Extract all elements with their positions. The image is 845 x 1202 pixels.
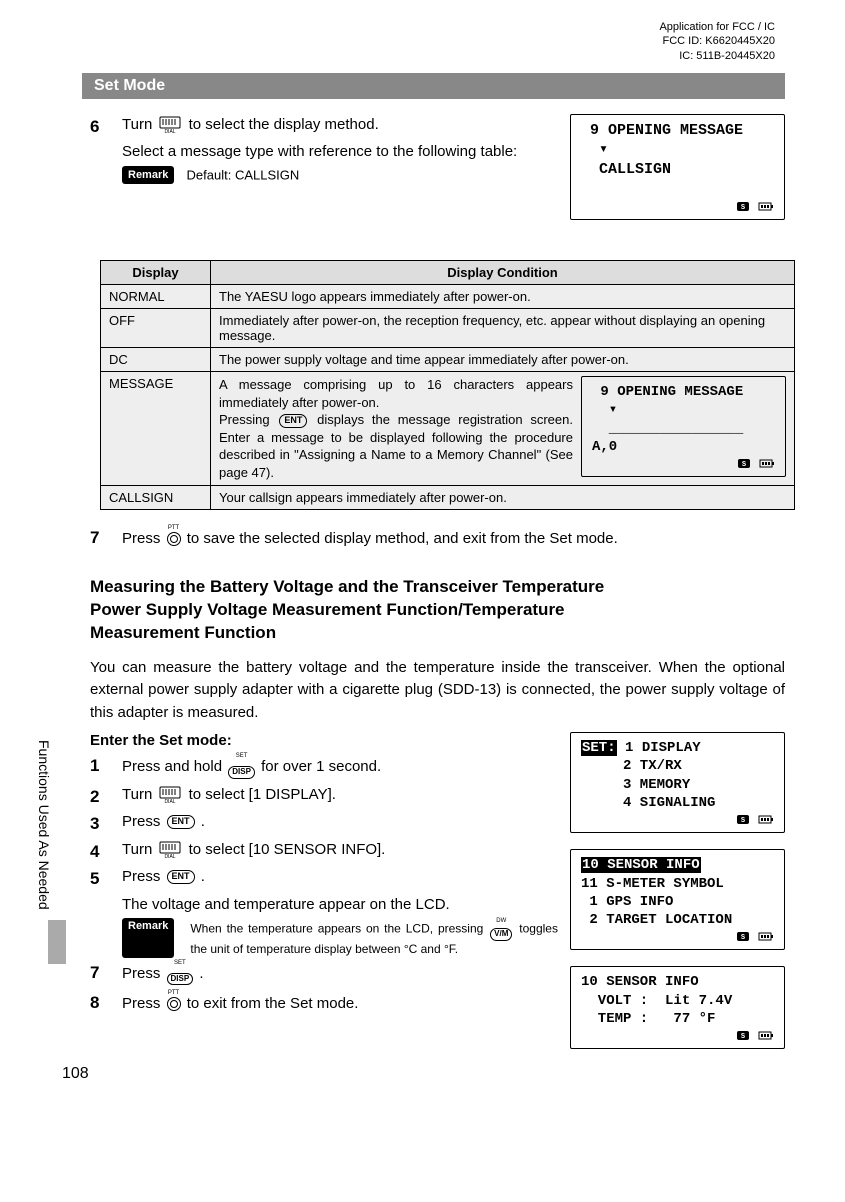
disp-set-icon: SET DISP	[167, 960, 194, 989]
lcd-screen-message: 9 OPENING MESSAGE ▾ ________________ A,0…	[581, 376, 786, 477]
step-number: 7	[90, 525, 122, 554]
display-table: Display Display Condition NORMAL The YAE…	[100, 260, 795, 510]
table-row: OFF Immediately after power-on, the rece…	[101, 309, 795, 348]
lcd-screen-4: 10 SENSOR INFO VOLT : Lit 7.4V TEMP : 77…	[570, 966, 785, 1049]
ptt-icon: PTT	[167, 525, 181, 554]
remark-tag: Remark	[122, 166, 174, 185]
ent-icon: ENT	[167, 815, 195, 829]
step5-remark: Remark When the temperature appears on t…	[122, 918, 558, 958]
lcd-screen-3: 10 SENSOR INFO 11 S-METER SYMBOL 1 GPS I…	[570, 849, 785, 950]
step-4: 4 Turn DIAL to select [10 SENSOR INFO].	[90, 839, 558, 865]
vm-dw-icon: DW V/M	[490, 918, 512, 941]
table-header-display: Display	[101, 261, 211, 285]
svg-text:S: S	[741, 817, 745, 825]
page-number: 108	[62, 1065, 89, 1083]
header-notice: Application for FCC / IC FCC ID: K662044…	[90, 20, 785, 63]
ent-icon: ENT	[167, 870, 195, 884]
svg-text:DIAL: DIAL	[165, 129, 176, 134]
svg-text:DIAL: DIAL	[165, 854, 176, 859]
lcd-footer-icons: S	[592, 458, 775, 472]
svg-text:S: S	[741, 1033, 745, 1041]
dial-icon: DIAL	[158, 841, 182, 859]
step-number: 6	[90, 114, 122, 140]
ent-icon: ENT	[279, 414, 307, 428]
table-row: NORMAL The YAESU logo appears immediatel…	[101, 285, 795, 309]
section-bar: Set Mode	[82, 73, 785, 99]
step-2: 2 Turn DIAL to select [1 DISPLAY].	[90, 784, 558, 810]
dial-icon: DIAL	[158, 786, 182, 804]
svg-text:S: S	[741, 934, 745, 942]
table-row: CALLSIGN Your callsign appears immediate…	[101, 486, 795, 510]
step-text: Press PTT to save the selected display m…	[122, 525, 785, 554]
remark-tag: Remark	[122, 918, 174, 958]
step-7: 7 Press PTT to save the selected display…	[90, 525, 785, 554]
step-6: 6 Turn DIAL to select the display method…	[90, 114, 558, 140]
disp-set-icon: SET DISP	[228, 753, 255, 782]
side-tab: Functions Used As Needed	[36, 740, 52, 910]
table-row-message: MESSAGE A message comprising up to 16 ch…	[101, 372, 795, 486]
step6-remark: Remark Default: CALLSIGN	[122, 164, 558, 187]
table-row: DC The power supply voltage and time app…	[101, 348, 795, 372]
lcd-footer-icons: S	[581, 1030, 774, 1044]
lcd-screen-2: SET: 1 DISPLAY 2 TX/RX 3 MEMORY 4 SIGNAL…	[570, 732, 785, 833]
step-1: 1 Press and hold SET DISP for over 1 sec…	[90, 753, 558, 782]
side-marker	[48, 920, 66, 964]
lcd-footer-icons: S	[581, 814, 774, 828]
svg-text:DIAL: DIAL	[165, 799, 176, 804]
table-header-condition: Display Condition	[211, 261, 795, 285]
dial-icon: DIAL	[158, 116, 182, 134]
ptt-icon: PTT	[167, 990, 181, 1019]
section-heading-2: Measuring the Battery Voltage and the Tr…	[90, 576, 785, 645]
header-line3: IC: 511B-20445X20	[90, 49, 775, 63]
body-paragraph: You can measure the battery voltage and …	[90, 657, 785, 725]
lcd-screen-1: 9 OPENING MESSAGE ▾ CALLSIGN S	[570, 114, 785, 220]
svg-text:S: S	[741, 204, 745, 212]
step-7b: 7 Press SET DISP .	[90, 960, 558, 989]
step6-line2: Select a message type with reference to …	[122, 141, 558, 164]
header-line2: FCC ID: K6620445X20	[90, 34, 775, 48]
step-8: 8 Press PTT to exit from the Set mode.	[90, 990, 558, 1019]
svg-text:S: S	[742, 461, 746, 469]
lcd-footer-icons: S	[581, 201, 774, 215]
header-line1: Application for FCC / IC	[90, 20, 775, 34]
remark-text: Default: CALLSIGN	[187, 167, 300, 182]
lcd-footer-icons: S	[581, 931, 774, 945]
step-3: 3 Press ENT .	[90, 811, 558, 837]
step-text: Turn DIAL to select the display method.	[122, 114, 558, 140]
step-5: 5 Press ENT .	[90, 866, 558, 892]
